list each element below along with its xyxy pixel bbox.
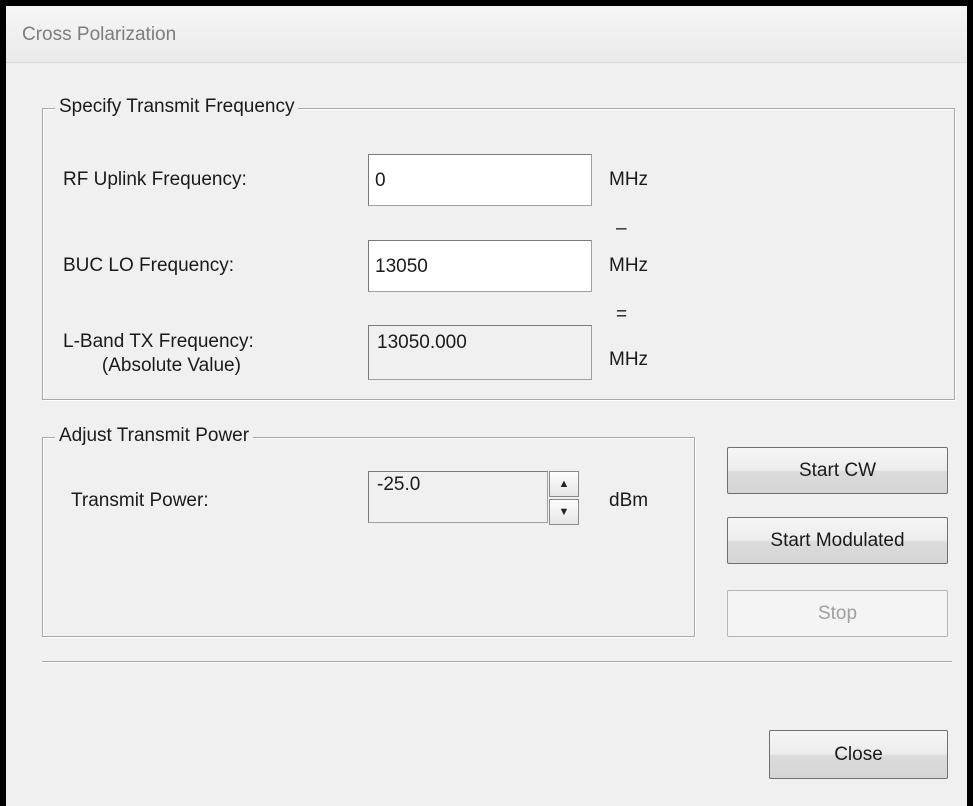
equals-sign: = bbox=[616, 304, 628, 325]
spin-up-button[interactable]: ▲ bbox=[549, 471, 579, 497]
rf-uplink-frequency-input[interactable] bbox=[368, 154, 592, 206]
title-bar[interactable]: Cross Polarization bbox=[6, 6, 967, 63]
lband-tx-frequency-value: 13050.000 bbox=[377, 332, 467, 353]
dialog-client-area: Specify Transmit Frequency RF Uplink Fre… bbox=[6, 63, 967, 806]
rf-uplink-frequency-label: RF Uplink Frequency: bbox=[63, 169, 247, 190]
transmit-power-group-legend: Adjust Transmit Power bbox=[55, 425, 254, 447]
start-cw-button[interactable]: Start CW bbox=[727, 447, 948, 494]
close-button[interactable]: Close bbox=[769, 730, 948, 779]
transmit-power-group: Adjust Transmit Power bbox=[42, 425, 695, 637]
stop-button[interactable]: Stop bbox=[727, 590, 948, 637]
transmit-power-label: Transmit Power: bbox=[71, 490, 209, 511]
buc-lo-unit: MHz bbox=[609, 255, 649, 276]
transmit-power-readonly: -25.0 bbox=[368, 471, 548, 523]
lband-tx-frequency-label-line2: (Absolute Value) bbox=[101, 355, 241, 376]
spin-down-button[interactable]: ▼ bbox=[549, 499, 579, 525]
lband-tx-frequency-label: L-Band TX Frequency: (Absolute Value) bbox=[63, 330, 254, 378]
rf-uplink-unit: MHz bbox=[609, 169, 649, 190]
horizontal-separator bbox=[42, 661, 952, 663]
transmit-power-value: -25.0 bbox=[377, 474, 421, 495]
transmit-power-unit: dBm bbox=[609, 490, 649, 511]
lband-tx-frequency-readonly: 13050.000 bbox=[368, 325, 592, 380]
lband-tx-frequency-label-line1: L-Band TX Frequency: bbox=[63, 331, 254, 352]
start-modulated-button[interactable]: Start Modulated bbox=[727, 517, 948, 564]
buc-lo-frequency-label: BUC LO Frequency: bbox=[63, 255, 235, 276]
transmit-frequency-group-legend: Specify Transmit Frequency bbox=[55, 96, 299, 118]
cross-polarization-window: Cross Polarization Specify Transmit Freq… bbox=[0, 0, 973, 806]
buc-lo-frequency-input[interactable] bbox=[368, 240, 592, 292]
window-title: Cross Polarization bbox=[22, 24, 177, 45]
lband-tx-unit: MHz bbox=[609, 349, 649, 370]
transmit-power-spinner: ▲ ▼ bbox=[549, 471, 579, 525]
minus-sign: – bbox=[616, 218, 627, 239]
